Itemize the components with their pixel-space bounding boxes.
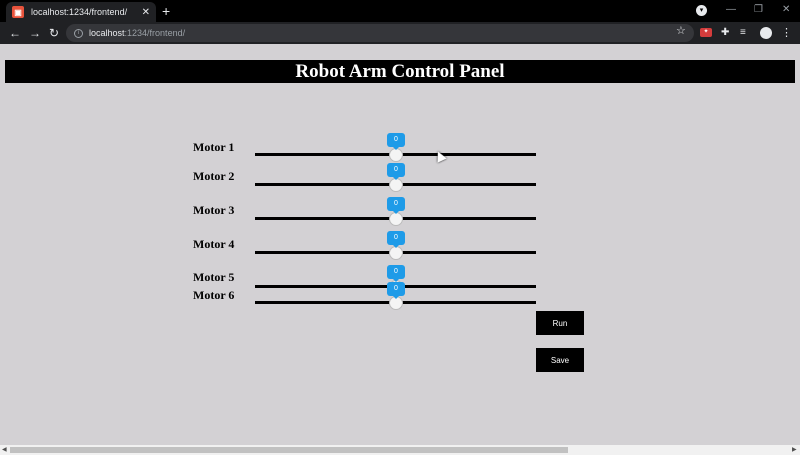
motor-3-label: Motor 3 xyxy=(193,203,235,217)
new-tab-icon[interactable]: + xyxy=(162,3,170,19)
motor-6-label: Motor 6 xyxy=(193,288,235,302)
url-host: localhost xyxy=(89,28,125,38)
favicon-icon: ▣ xyxy=(12,6,24,18)
puzzle-icon[interactable]: ✚ xyxy=(721,25,729,41)
value-bubble: 0 xyxy=(387,163,405,180)
save-button[interactable]: Save xyxy=(536,348,584,372)
scroll-left-icon[interactable]: ◀ xyxy=(2,445,7,455)
scrollbar-thumb[interactable] xyxy=(10,447,568,453)
slider-thumb[interactable] xyxy=(389,246,403,260)
header-bar: Robot Arm Control Panel xyxy=(5,60,795,83)
value-bubble: 0 xyxy=(387,282,405,299)
motor-2-label: Motor 2 xyxy=(193,169,235,183)
media-queue-icon[interactable]: ≡ xyxy=(740,25,746,41)
mouse-cursor-icon xyxy=(433,149,447,163)
browser-tab[interactable]: ▣ localhost:1234/frontend/ ✕ xyxy=(6,2,156,22)
slider-thumb[interactable] xyxy=(389,148,403,162)
motor-1-label: Motor 1 xyxy=(193,140,235,154)
close-icon[interactable]: ✕ xyxy=(142,7,150,18)
page-title: Robot Arm Control Panel xyxy=(295,61,505,82)
back-icon[interactable]: ← xyxy=(9,25,21,41)
forward-icon[interactable]: → xyxy=(29,25,41,41)
window-close-icon[interactable]: ✕ xyxy=(782,2,790,18)
address-bar[interactable]: i localhost:1234/frontend/ xyxy=(66,24,694,42)
value-bubble: 0 xyxy=(387,265,405,282)
value-bubble: 0 xyxy=(387,197,405,214)
tab-title: localhost:1234/frontend/ xyxy=(31,7,128,17)
motor-4-label: Motor 4 xyxy=(193,237,235,251)
minimize-icon[interactable]: — xyxy=(726,2,736,18)
url-path: :1234/frontend/ xyxy=(124,28,186,38)
horizontal-scrollbar[interactable]: ◀ ▶ xyxy=(0,445,800,455)
value-bubble: 0 xyxy=(387,231,405,248)
bookmark-star-icon[interactable]: ☆ xyxy=(676,24,686,37)
extension-icon[interactable]: ✦ xyxy=(700,28,712,37)
reload-icon[interactable]: ↻ xyxy=(49,25,59,41)
motor-5-label: Motor 5 xyxy=(193,270,235,284)
restore-icon[interactable]: ❐ xyxy=(754,2,763,18)
menu-icon[interactable]: ⋮ xyxy=(781,25,792,41)
browser-toolbar: ← → ↻ i localhost:1234/frontend/ ☆ ✦ ✚ ≡… xyxy=(0,22,800,44)
profile-avatar[interactable] xyxy=(760,27,772,39)
scroll-right-icon[interactable]: ▶ xyxy=(792,445,797,455)
value-bubble: 0 xyxy=(387,133,405,150)
tab-search-icon[interactable]: ▾ xyxy=(696,5,707,16)
run-button[interactable]: Run xyxy=(536,311,584,335)
tab-strip: ▣ localhost:1234/frontend/ ✕ + ▾ — ❐ ✕ xyxy=(0,0,800,22)
info-icon[interactable]: i xyxy=(74,28,83,38)
slider-thumb[interactable] xyxy=(389,212,403,226)
slider-thumb[interactable] xyxy=(389,178,403,192)
